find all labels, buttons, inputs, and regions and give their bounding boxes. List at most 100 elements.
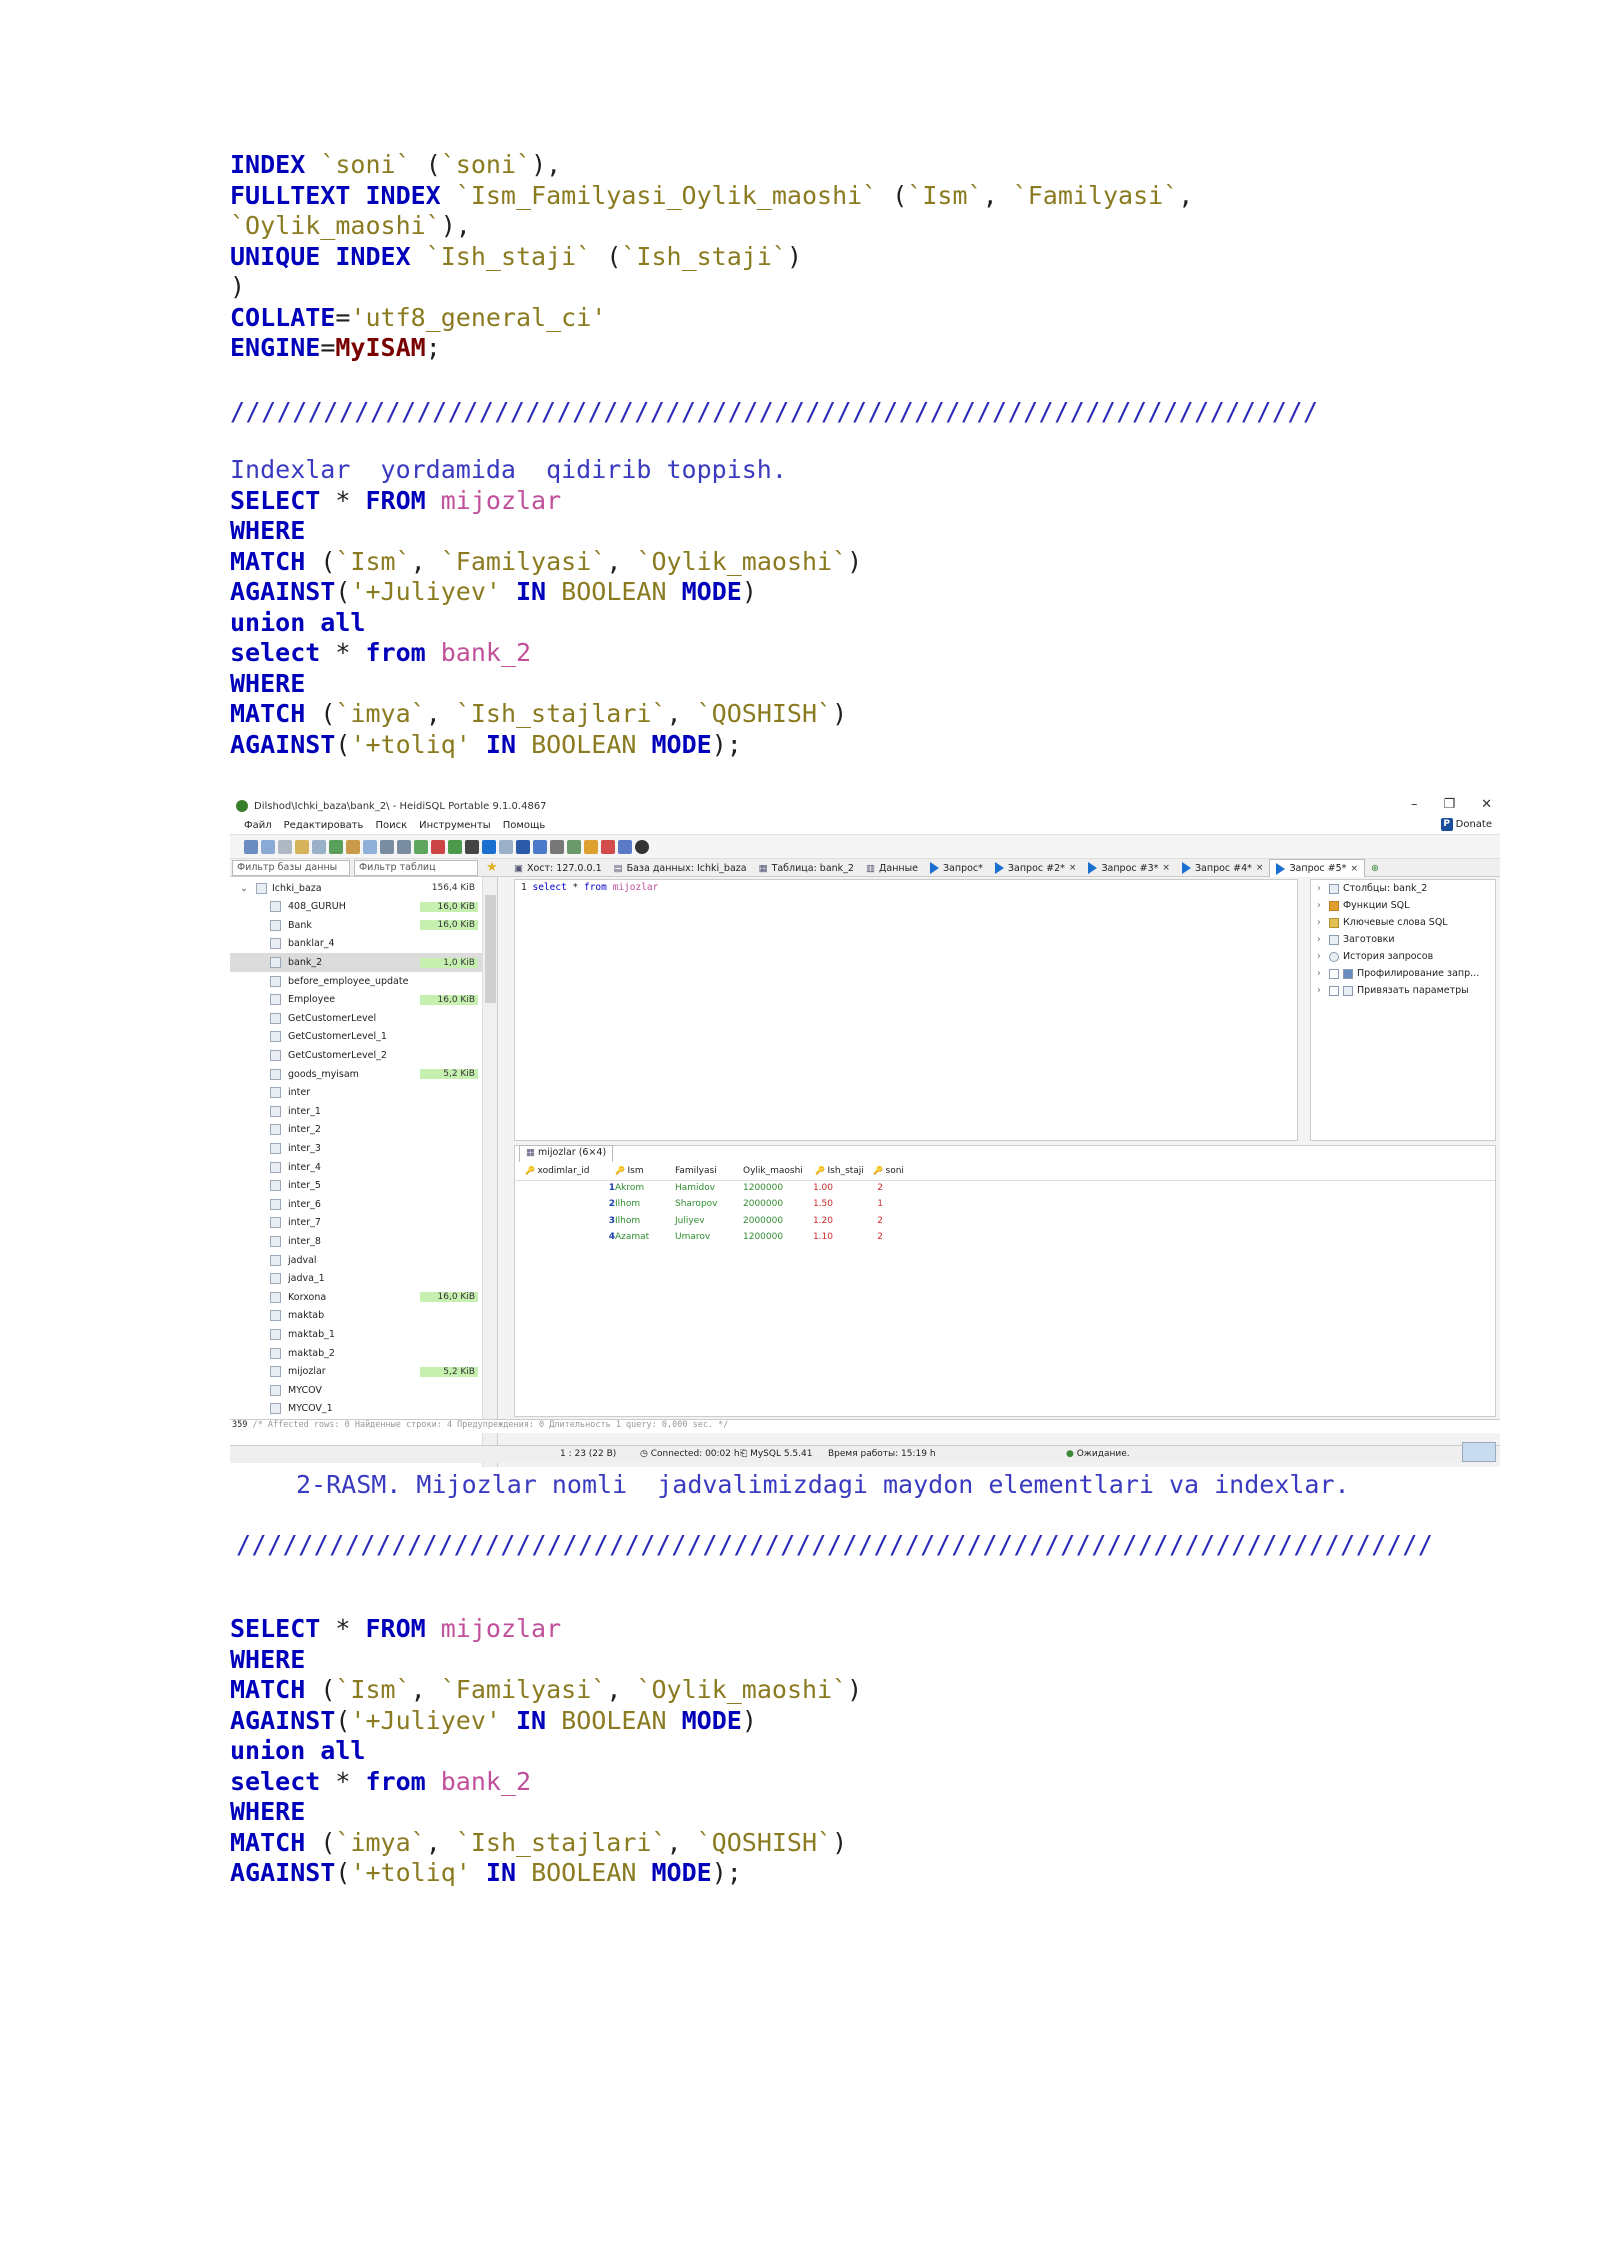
edit-icon[interactable] bbox=[584, 839, 598, 854]
menu-tools[interactable]: Инструменты bbox=[419, 820, 491, 831]
menu-edit[interactable]: Редактировать bbox=[284, 820, 364, 831]
tree-table-item[interactable]: before_employee_update bbox=[230, 972, 482, 991]
chevron-right-icon[interactable]: › bbox=[1317, 951, 1325, 962]
grid-cell[interactable]: 2000000 bbox=[743, 1199, 783, 1209]
close-tab-icon[interactable]: × bbox=[1069, 863, 1077, 873]
menu-file[interactable]: Файл bbox=[244, 820, 272, 831]
chevron-right-icon[interactable]: › bbox=[1317, 985, 1325, 996]
new-tab-button[interactable]: ⊕ bbox=[1365, 859, 1385, 877]
donate-button[interactable]: P Donate bbox=[1440, 818, 1492, 831]
tree-table-item[interactable]: maktab bbox=[230, 1307, 482, 1326]
table-row[interactable]: 4 Azamat Umarov 1200000 1.10 2 bbox=[515, 1230, 1495, 1247]
grid-cell[interactable]: 1200000 bbox=[743, 1232, 783, 1242]
grid-cell[interactable]: Ilhom bbox=[615, 1216, 640, 1226]
grid-cell[interactable]: 1 bbox=[853, 1199, 883, 1209]
refresh-icon[interactable] bbox=[329, 839, 343, 854]
grid-column-header[interactable]: Familyasi bbox=[675, 1166, 717, 1176]
tree-table-item[interactable]: inter_3 bbox=[230, 1139, 482, 1158]
table-icon[interactable] bbox=[363, 839, 377, 854]
grid-cell[interactable]: Hamidov bbox=[675, 1183, 715, 1193]
run-query-icon[interactable] bbox=[482, 839, 496, 854]
print-icon[interactable] bbox=[312, 839, 326, 854]
tree-table-item[interactable]: Bank 16,0 KiB bbox=[230, 916, 482, 935]
grid-cell[interactable]: Ilhom bbox=[615, 1199, 640, 1209]
grid-column-header[interactable]: 🔑 Ish_staji bbox=[815, 1166, 864, 1176]
tab-query-4[interactable]: Запрос #4* × bbox=[1176, 859, 1270, 877]
menu-search[interactable]: Поиск bbox=[375, 820, 407, 831]
tree-table-item[interactable]: maktab_2 bbox=[230, 1344, 482, 1363]
tree-table-item[interactable]: goods_myisam 5,2 KiB bbox=[230, 1065, 482, 1084]
table-row[interactable]: 2 Ilhom Sharopov 2000000 1.50 1 bbox=[515, 1197, 1495, 1214]
table-row[interactable]: 3 Ilhom Juliyev 2000000 1.20 2 bbox=[515, 1214, 1495, 1231]
helper-sql-keywords[interactable]: › Ключевые слова SQL bbox=[1311, 914, 1495, 931]
filter-table-input[interactable]: Фильтр таблиц bbox=[354, 860, 478, 876]
tree-table-item[interactable]: MYCOV bbox=[230, 1381, 482, 1400]
grid-cell[interactable]: 1 bbox=[535, 1183, 615, 1193]
grid-column-header[interactable]: 🔑 Ism bbox=[615, 1166, 644, 1176]
paste-icon[interactable] bbox=[295, 839, 309, 854]
sql-editor[interactable]: 1 select * from mijozlar bbox=[514, 879, 1298, 1141]
tree-table-item[interactable]: inter_1 bbox=[230, 1102, 482, 1121]
tab-query[interactable]: Запрос* bbox=[924, 859, 989, 877]
table-row[interactable]: 1 Akrom Hamidov 1200000 1.00 2 bbox=[515, 1181, 1495, 1198]
post-icon[interactable] bbox=[448, 839, 462, 854]
insert-record-icon[interactable] bbox=[414, 839, 428, 854]
chevron-down-icon[interactable]: ⌄ bbox=[240, 883, 248, 894]
grid-cell[interactable]: 2 bbox=[535, 1199, 615, 1209]
tree-icon[interactable] bbox=[567, 839, 581, 854]
close-tab-icon[interactable]: × bbox=[1162, 863, 1170, 873]
export-icon[interactable] bbox=[533, 839, 547, 854]
chevron-right-icon[interactable]: › bbox=[1317, 883, 1325, 894]
helper-snippets[interactable]: › Заготовки bbox=[1311, 931, 1495, 948]
delete-record-icon[interactable] bbox=[431, 839, 445, 854]
explain-icon[interactable] bbox=[499, 839, 513, 854]
save-icon[interactable] bbox=[516, 839, 530, 854]
chevron-right-icon[interactable]: › bbox=[1317, 917, 1325, 928]
tree-table-item[interactable]: inter_6 bbox=[230, 1195, 482, 1214]
helper-profiling[interactable]: › Профилирование запр... bbox=[1311, 965, 1495, 982]
checkbox-icon[interactable] bbox=[1329, 985, 1339, 996]
scrollbar-thumb[interactable] bbox=[485, 895, 496, 1003]
new-object-icon[interactable] bbox=[346, 839, 360, 854]
tree-table-item[interactable]: GetCustomerLevel_1 bbox=[230, 1028, 482, 1047]
close-tab-icon[interactable]: × bbox=[1256, 863, 1264, 873]
grid-cell[interactable]: Juliyev bbox=[675, 1216, 705, 1226]
grid-cell[interactable]: 2 bbox=[853, 1216, 883, 1226]
tree-table-item[interactable]: inter_8 bbox=[230, 1232, 482, 1251]
tab-data[interactable]: ▥ Данные bbox=[860, 859, 924, 877]
tab-table[interactable]: ▦ Таблица: bank_2 bbox=[753, 859, 860, 877]
tree-table-item[interactable]: bank_2 1,0 KiB bbox=[230, 953, 482, 972]
tree-table-item[interactable]: inter_4 bbox=[230, 1158, 482, 1177]
first-record-icon[interactable] bbox=[380, 839, 394, 854]
tab-query-5[interactable]: Запрос #5* × bbox=[1269, 859, 1365, 877]
grid-cell[interactable]: 1.50 bbox=[795, 1199, 833, 1209]
tree-database[interactable]: ⌄ Ichki_baza 156,4 KiB bbox=[230, 879, 482, 898]
close-tab-icon[interactable]: × bbox=[1350, 864, 1358, 874]
tree-table-item[interactable]: inter bbox=[230, 1084, 482, 1103]
helper-sql-functions[interactable]: › Функции SQL bbox=[1311, 897, 1495, 914]
grid-cell[interactable]: Umarov bbox=[675, 1232, 710, 1242]
restore-icon[interactable]: ❐ bbox=[1443, 797, 1455, 812]
checkbox-icon[interactable] bbox=[1329, 968, 1339, 979]
filter-database-input[interactable]: Фильтр базы данны bbox=[232, 860, 350, 876]
grid-cell[interactable]: 1.20 bbox=[795, 1216, 833, 1226]
star-icon[interactable]: ★ bbox=[486, 860, 498, 875]
tree-table-item[interactable]: jadva_1 bbox=[230, 1270, 482, 1289]
copy-icon[interactable] bbox=[278, 839, 292, 854]
tree-table-item[interactable]: GetCustomerLevel_2 bbox=[230, 1046, 482, 1065]
helper-bind-params[interactable]: › Привязать параметры bbox=[1311, 982, 1495, 999]
users-icon[interactable] bbox=[550, 839, 564, 854]
grid-cell[interactable]: 1200000 bbox=[743, 1183, 783, 1193]
stop-icon[interactable] bbox=[601, 839, 615, 854]
connect-icon[interactable] bbox=[244, 839, 258, 854]
grid-cell[interactable]: Azamat bbox=[615, 1232, 649, 1242]
grid-cell[interactable]: 2000000 bbox=[743, 1216, 783, 1226]
tree-table-item[interactable]: jadval bbox=[230, 1251, 482, 1270]
tree-table-item[interactable]: 408_GURUH 16,0 KiB bbox=[230, 898, 482, 917]
tree-table-item[interactable]: Korxona 16,0 KiB bbox=[230, 1288, 482, 1307]
exit-icon[interactable] bbox=[635, 839, 649, 854]
result-tab[interactable]: ▦ mijozlar (6×4) bbox=[519, 1145, 614, 1162]
info-icon[interactable] bbox=[618, 839, 632, 854]
tree-table-item[interactable]: banklar_4 bbox=[230, 935, 482, 954]
tree-table-item[interactable]: GetCustomerLevel bbox=[230, 1009, 482, 1028]
